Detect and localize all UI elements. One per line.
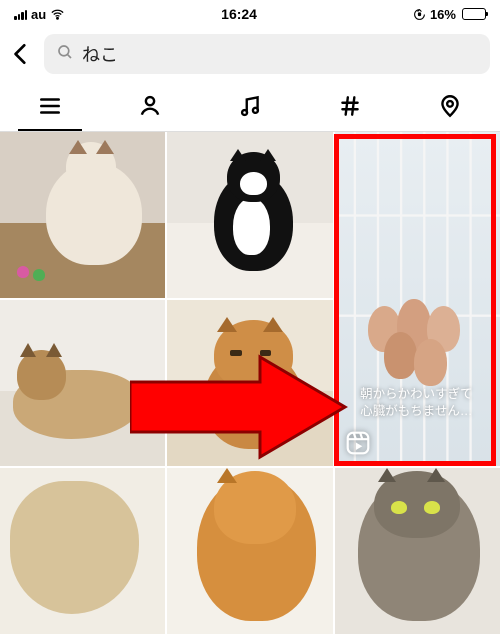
grid-item[interactable] (167, 132, 332, 298)
music-icon (237, 93, 263, 119)
back-button[interactable] (8, 41, 34, 67)
search-query-text: ねこ (82, 41, 118, 67)
battery-pct: 16% (430, 7, 456, 22)
status-bar: au 16:24 16% (0, 0, 500, 28)
search-input[interactable]: ねこ (44, 34, 490, 74)
battery-icon (462, 8, 486, 20)
reels-icon (345, 430, 371, 456)
grid-item[interactable] (0, 300, 165, 466)
grid-item-reels[interactable]: 朝からかわいすぎて 心臓がもちません… (335, 132, 500, 466)
status-left: au (14, 7, 65, 22)
search-icon (56, 43, 74, 66)
search-results-grid: 朝からかわいすぎて 心臓がもちません… (0, 132, 500, 634)
clock: 16:24 (221, 6, 257, 22)
tab-accounts[interactable] (100, 80, 200, 131)
hamburger-icon (37, 93, 63, 119)
search-header: ねこ (0, 28, 500, 80)
grid-item[interactable] (335, 468, 500, 634)
location-pin-icon (437, 93, 463, 119)
reels-caption-line: 朝からかわいすぎて (345, 386, 488, 403)
cellular-signal-icon (14, 9, 27, 20)
grid-item[interactable] (0, 132, 165, 298)
orientation-lock-icon (413, 8, 426, 21)
reels-caption: 朝からかわいすぎて 心臓がもちません… (345, 386, 488, 420)
carrier-label: au (31, 7, 46, 22)
grid-item[interactable] (167, 300, 332, 466)
grid-item[interactable] (167, 468, 332, 634)
reels-caption-line: 心臓がもちません… (345, 403, 488, 420)
person-icon (137, 93, 163, 119)
tab-places[interactable] (400, 80, 500, 131)
search-tabs (0, 80, 500, 132)
tab-top[interactable] (0, 80, 100, 131)
wifi-icon (50, 7, 65, 22)
tab-tags[interactable] (300, 80, 400, 131)
grid-item[interactable] (0, 468, 165, 634)
tab-audio[interactable] (200, 80, 300, 131)
status-right: 16% (413, 7, 486, 22)
hashtag-icon (337, 93, 363, 119)
